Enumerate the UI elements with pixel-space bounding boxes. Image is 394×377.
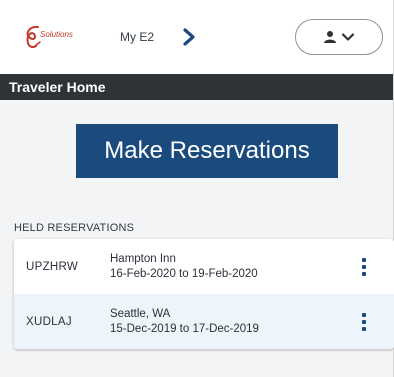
user-menu-button[interactable]	[295, 19, 383, 55]
user-icon	[324, 31, 336, 43]
logo-text: Solutions	[40, 29, 73, 39]
reservation-row[interactable]: UPZHRW Hampton Inn 16-Feb-2020 to 19-Feb…	[14, 239, 394, 294]
make-reservations-button[interactable]: Make Reservations	[76, 124, 338, 178]
reservation-name: Hampton Inn	[110, 253, 176, 265]
chevron-right-icon[interactable]	[178, 26, 200, 48]
held-reservations-heading: HELD RESERVATIONS	[14, 222, 135, 234]
reservation-dates: 15-Dec-2019 to 17-Dec-2019	[110, 323, 259, 335]
reservation-code: UPZHRW	[26, 260, 79, 273]
reservation-name: Seattle, WA	[110, 308, 171, 320]
held-reservations-list: UPZHRW Hampton Inn 16-Feb-2020 to 19-Feb…	[14, 239, 394, 349]
chevron-down-icon	[341, 33, 355, 41]
app-window: Solutions My E2 Traveler Home Make Reser…	[0, 0, 394, 377]
reservation-info: Hampton Inn 16-Feb-2020 to 19-Feb-2020	[110, 253, 258, 280]
more-options-icon[interactable]	[360, 312, 368, 331]
reservation-dates: 16-Feb-2020 to 19-Feb-2020	[110, 268, 258, 280]
solutions-logo[interactable]: Solutions	[22, 24, 82, 50]
more-options-icon[interactable]	[360, 257, 368, 276]
reservation-code: XUDLAJ	[26, 315, 72, 328]
app-name-link[interactable]: My E2	[120, 30, 154, 44]
reservation-row[interactable]: XUDLAJ Seattle, WA 15-Dec-2019 to 17-Dec…	[14, 294, 394, 349]
page-title: Traveler Home	[9, 79, 106, 95]
top-header: Solutions My E2	[0, 0, 393, 74]
page-title-bar: Traveler Home	[0, 74, 393, 100]
reservation-info: Seattle, WA 15-Dec-2019 to 17-Dec-2019	[110, 308, 259, 335]
main-content: Make Reservations HELD RESERVATIONS UPZH…	[0, 100, 394, 377]
